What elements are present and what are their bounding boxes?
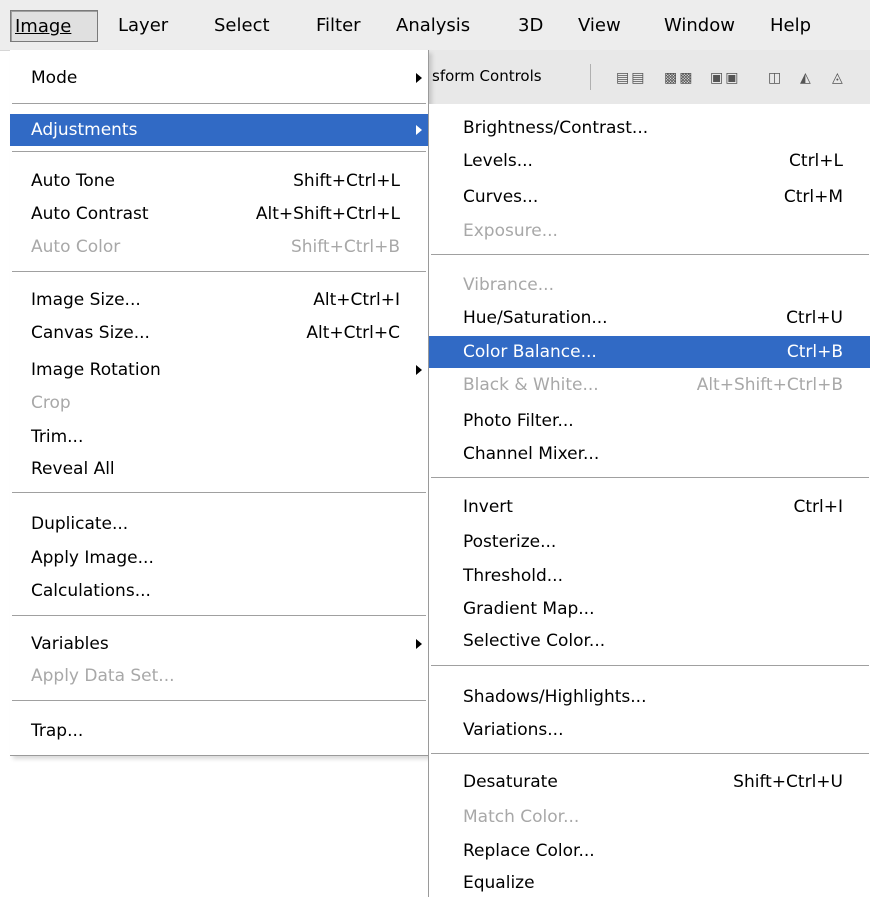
menu-select[interactable]: Select	[210, 10, 274, 42]
menu-item-channel-mixer[interactable]: Channel Mixer...	[429, 438, 870, 470]
menu-bar: Image Layer Select Filter Analysis 3D Vi…	[0, 0, 870, 51]
menu-separator	[12, 700, 426, 702]
menu-analysis[interactable]: Analysis	[392, 10, 474, 42]
align-bottom-icon[interactable]: ▣▣	[710, 70, 740, 86]
menu-separator	[12, 615, 426, 617]
submenu-arrow-icon	[416, 365, 422, 375]
menu-separator	[12, 492, 426, 494]
menu-item-shadows-highlights[interactable]: Shadows/Highlights...	[429, 681, 870, 713]
menu-view[interactable]: View	[574, 10, 625, 42]
menu-separator	[431, 665, 869, 667]
menu-item-apply-image[interactable]: Apply Image...	[10, 542, 428, 574]
submenu-arrow-icon	[416, 639, 422, 649]
menu-item-auto-color: Auto Color Shift+Ctrl+B	[31, 237, 400, 257]
transform-controls-label[interactable]: sform Controls	[432, 67, 542, 85]
menu-item-apply-data-set: Apply Data Set...	[31, 666, 175, 686]
menu-separator	[12, 151, 426, 153]
submenu-arrow-icon	[416, 125, 422, 135]
align-left-icon[interactable]: ◫	[768, 70, 783, 86]
menu-item-variables[interactable]: Variables	[10, 628, 428, 660]
menu-item-image-size[interactable]: Image Size... Alt+Ctrl+I	[10, 284, 428, 316]
menu-item-calculations[interactable]: Calculations...	[10, 575, 428, 607]
menu-item-vibrance: Vibrance...	[463, 275, 554, 295]
menu-item-curves[interactable]: Curves... Ctrl+M	[429, 181, 870, 213]
menu-image[interactable]: Image	[10, 10, 98, 42]
menu-item-canvas-size[interactable]: Canvas Size... Alt+Ctrl+C	[10, 317, 428, 349]
menu-item-variations[interactable]: Variations...	[429, 714, 870, 746]
align-right-icon[interactable]: ◬	[832, 70, 845, 86]
menu-item-auto-tone[interactable]: Auto Tone Shift+Ctrl+L	[10, 165, 428, 197]
menu-item-auto-contrast[interactable]: Auto Contrast Alt+Shift+Ctrl+L	[10, 198, 428, 230]
menu-item-crop: Crop	[31, 393, 71, 413]
menu-item-match-color: Match Color...	[463, 807, 580, 827]
options-toolbar: sform Controls ▤▤ ▩▩ ▣▣ ◫ ◭ ◬	[428, 50, 870, 104]
menu-separator	[12, 271, 426, 273]
menu-item-brightness-contrast[interactable]: Brightness/Contrast...	[429, 112, 870, 144]
menu-item-mode[interactable]: Mode	[10, 62, 428, 94]
image-menu: Mode Adjustments Auto Tone Shift+Ctrl+L …	[10, 50, 429, 756]
menu-filter[interactable]: Filter	[312, 10, 365, 42]
menu-separator	[12, 103, 426, 105]
menu-window[interactable]: Window	[660, 10, 739, 42]
align-hcenter-icon[interactable]: ◭	[800, 70, 813, 86]
align-top-icon[interactable]: ▤▤	[616, 70, 646, 86]
menu-item-desaturate[interactable]: Desaturate Shift+Ctrl+U	[429, 766, 870, 798]
menu-item-selective-color[interactable]: Selective Color...	[429, 625, 870, 657]
menu-item-hue-saturation[interactable]: Hue/Saturation... Ctrl+U	[429, 302, 870, 334]
align-vcenter-icon[interactable]: ▩▩	[664, 70, 694, 86]
menu-item-threshold[interactable]: Threshold...	[429, 560, 870, 592]
menu-item-levels[interactable]: Levels... Ctrl+L	[429, 145, 870, 177]
menu-item-replace-color[interactable]: Replace Color...	[429, 835, 870, 867]
menu-3d[interactable]: 3D	[514, 10, 547, 42]
toolbar-separator	[590, 64, 591, 90]
menu-layer[interactable]: Layer	[114, 10, 172, 42]
menu-item-black-white: Black & White... Alt+Shift+Ctrl+B	[463, 375, 843, 395]
menu-separator	[431, 753, 869, 755]
menu-item-reveal-all[interactable]: Reveal All	[10, 453, 428, 485]
menu-item-gradient-map[interactable]: Gradient Map...	[429, 593, 870, 625]
menu-separator	[431, 254, 869, 256]
menu-item-posterize[interactable]: Posterize...	[429, 526, 870, 558]
menu-item-photo-filter[interactable]: Photo Filter...	[429, 405, 870, 437]
menu-item-equalize[interactable]: Equalize	[429, 867, 870, 899]
menu-item-adjustments[interactable]: Adjustments	[10, 114, 428, 146]
menu-help[interactable]: Help	[766, 10, 815, 42]
menu-item-image-rotation[interactable]: Image Rotation	[10, 354, 428, 386]
menu-separator	[431, 477, 869, 479]
menu-item-trim[interactable]: Trim...	[10, 421, 428, 453]
submenu-arrow-icon	[416, 73, 422, 83]
menu-item-color-balance[interactable]: Color Balance... Ctrl+B	[429, 336, 870, 368]
menu-item-invert[interactable]: Invert Ctrl+I	[429, 491, 870, 523]
menu-item-duplicate[interactable]: Duplicate...	[10, 508, 428, 540]
adjustments-submenu: Brightness/Contrast... Levels... Ctrl+L …	[428, 104, 870, 897]
menu-item-trap[interactable]: Trap...	[10, 715, 428, 747]
menu-item-exposure: Exposure...	[463, 221, 558, 241]
